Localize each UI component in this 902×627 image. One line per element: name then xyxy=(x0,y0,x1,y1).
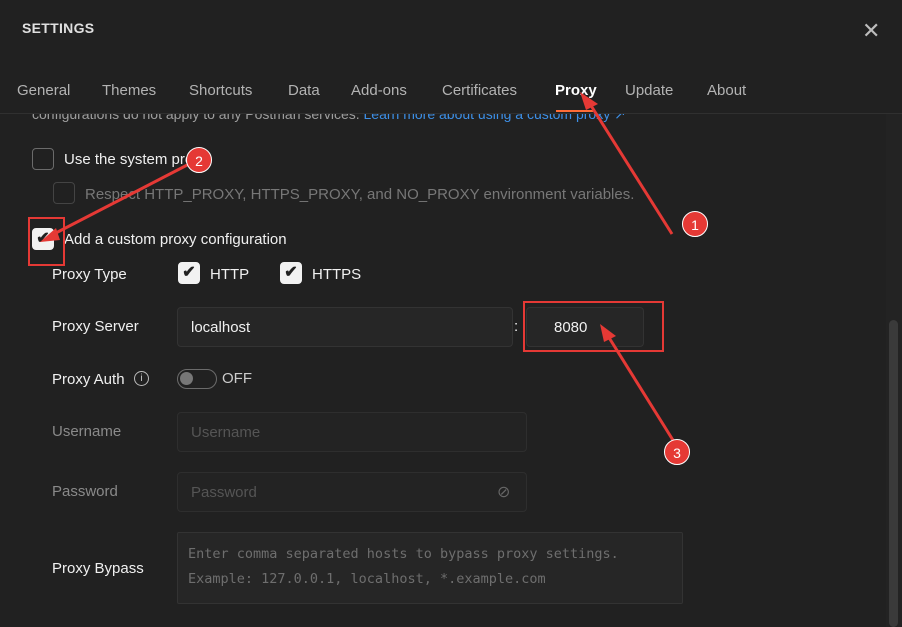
annotation-badge-1: 1 xyxy=(682,211,708,237)
annotation-badge-3: 3 xyxy=(664,439,690,465)
arrow-1-head xyxy=(580,92,598,110)
annotation-overlay xyxy=(28,92,678,446)
highlight-box-checkbox xyxy=(28,217,65,266)
arrow-2-head xyxy=(40,228,60,242)
arrow-2 xyxy=(49,160,194,238)
annotation-badge-2: 2 xyxy=(186,147,212,173)
arrow-3 xyxy=(606,335,678,446)
highlight-box-port xyxy=(523,301,664,352)
arrow-1 xyxy=(588,103,674,235)
arrow-3-head xyxy=(600,324,616,342)
